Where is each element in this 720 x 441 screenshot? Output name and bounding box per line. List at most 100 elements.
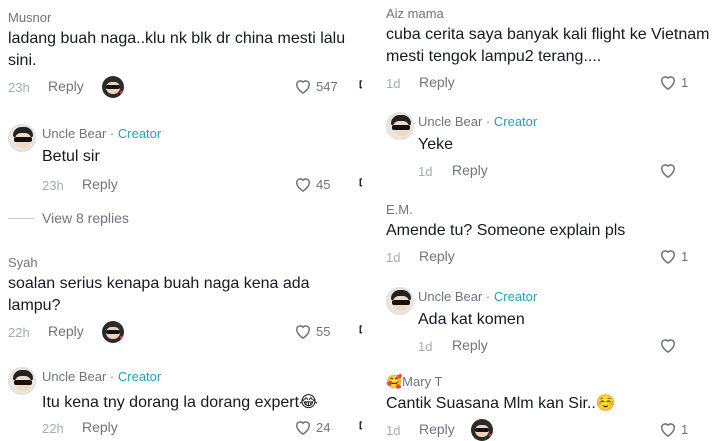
heart-outline-icon: [660, 76, 676, 90]
reply-actions: 22h Reply 24: [0, 417, 362, 441]
like-count: 547: [316, 78, 338, 94]
comment-username[interactable]: Syah: [0, 255, 362, 270]
like-count: 1: [681, 248, 689, 264]
creator-liked-avatar-icon: ♥: [471, 419, 493, 441]
reply-time: 23h: [42, 178, 64, 193]
right-comment-column: Aiz mama cuba cerita saya banyak kali fl…: [364, 0, 720, 441]
heart-outline-icon: [660, 423, 676, 437]
comment-text: Cantik Suasana Mlm kan Sir..☺️: [386, 395, 616, 412]
reply-button[interactable]: Reply: [419, 248, 455, 264]
heart-outline-icon: [660, 250, 676, 264]
thumbs-down-icon: [359, 325, 362, 334]
like-button[interactable]: 45: [293, 174, 330, 194]
reply-username[interactable]: Uncle Bear · Creator: [42, 126, 161, 141]
dislike-button[interactable]: [358, 321, 362, 343]
avatar[interactable]: [386, 112, 414, 140]
like-count: 45: [316, 176, 331, 192]
comment-time: 1d: [386, 76, 401, 91]
comment-time: 1d: [386, 423, 401, 438]
reply-button[interactable]: Reply: [419, 421, 455, 437]
like-button[interactable]: [658, 335, 678, 355]
comment-time: 23h: [8, 80, 30, 95]
heart-outline-icon: [295, 325, 311, 339]
like-button[interactable]: 1: [658, 72, 688, 92]
username[interactable]: Uncle Bear: [42, 126, 106, 141]
username[interactable]: Uncle Bear: [42, 369, 106, 384]
separator: ·: [482, 289, 494, 304]
view-replies-button[interactable]: View 8 replies: [8, 210, 129, 226]
comment-actions: 1d Reply ♥ 1: [364, 419, 720, 441]
like-count: 1: [681, 421, 689, 437]
reply-time: 1d: [418, 164, 433, 179]
like-button[interactable]: 1: [658, 246, 688, 266]
comment-mary-t: 🥰Mary T Cantik Suasana Mlm kan Sir..☺️ 1…: [364, 374, 720, 441]
like-button[interactable]: 24: [293, 417, 330, 437]
creator-liked-avatar-icon: ♥: [102, 321, 124, 343]
like-button[interactable]: 547: [293, 76, 338, 96]
like-button[interactable]: 1: [658, 419, 688, 439]
comment-username[interactable]: Musnor: [0, 10, 362, 25]
view-replies-label[interactable]: View 8 replies: [42, 210, 129, 226]
thumbs-down-icon: [359, 421, 362, 430]
dislike-button[interactable]: [358, 174, 362, 196]
comment-actions: 22h Reply ♥ 55: [0, 321, 362, 345]
reply-username[interactable]: Uncle Bear · Creator: [418, 114, 537, 129]
reply-text: Yeke: [418, 136, 453, 153]
reply-time: 22h: [42, 421, 64, 436]
reply-button[interactable]: Reply: [82, 176, 118, 192]
separator: ·: [106, 369, 118, 384]
reply-text: Betul sir: [42, 148, 100, 165]
like-count: 24: [316, 419, 331, 435]
dislike-button[interactable]: [358, 76, 362, 98]
reply-uncle-bear: Uncle Bear · Creator Betul sir 23h Reply…: [0, 124, 362, 194]
reply-button[interactable]: Reply: [48, 78, 84, 94]
comment-text: soalan serius kenapa buah naga kena ada …: [8, 275, 310, 314]
heart-outline-icon: [295, 178, 311, 192]
comment-username[interactable]: Aiz mama: [364, 6, 720, 21]
heart-outline-icon: [295, 421, 311, 435]
comment-time: 1d: [386, 250, 401, 265]
creator-badge: Creator: [117, 126, 162, 141]
reply-button[interactable]: Reply: [452, 337, 488, 353]
avatar[interactable]: [8, 124, 36, 152]
like-count: 1: [681, 74, 689, 90]
reply-username[interactable]: Uncle Bear · Creator: [418, 289, 537, 304]
thumbs-down-icon: [359, 80, 362, 89]
avatar[interactable]: [386, 287, 414, 315]
reply-text: Ada kat komen: [418, 311, 525, 328]
reply-username[interactable]: Uncle Bear · Creator: [42, 369, 161, 384]
separator: ·: [482, 114, 494, 129]
dislike-button[interactable]: [358, 417, 362, 439]
comment-text: cuba cerita saya banyak kali flight ke V…: [386, 26, 710, 65]
like-count: 55: [316, 323, 331, 339]
creator-badge: Creator: [493, 114, 538, 129]
reply-uncle-bear: Uncle Bear · Creator Ada kat komen 1d Re…: [364, 287, 720, 354]
reply-button[interactable]: Reply: [419, 74, 455, 90]
comment-username[interactable]: E.M.: [364, 202, 720, 217]
thumbs-down-icon: [359, 178, 362, 187]
comment-text: ladang buah naga..klu nk blk dr china me…: [8, 30, 346, 69]
creator-liked-avatar-icon: ♥: [102, 76, 124, 98]
reply-button[interactable]: Reply: [82, 419, 118, 435]
heart-outline-icon: [295, 80, 311, 94]
reply-button[interactable]: Reply: [452, 162, 488, 178]
comment-time: 22h: [8, 325, 30, 340]
creator-badge: Creator: [117, 369, 162, 384]
reply-actions: 1d Reply: [364, 335, 720, 359]
reply-time: 1d: [418, 339, 433, 354]
avatar[interactable]: [8, 367, 36, 395]
left-comment-column: Musnor ladang buah naga..klu nk blk dr c…: [0, 0, 362, 441]
like-button[interactable]: 55: [293, 321, 330, 341]
comment-username[interactable]: 🥰Mary T: [364, 374, 720, 390]
separator: ·: [106, 126, 118, 141]
comment-actions: 1d Reply 1: [364, 246, 720, 270]
username[interactable]: Uncle Bear: [418, 114, 482, 129]
comment-text: Amende tu? Someone explain pls: [386, 222, 626, 239]
comment-actions: 23h Reply ♥ 547: [0, 76, 362, 100]
reply-actions: 23h Reply 45: [0, 174, 362, 198]
username[interactable]: Uncle Bear: [418, 289, 482, 304]
comment-musnor: Musnor ladang buah naga..klu nk blk dr c…: [0, 10, 362, 100]
creator-badge: Creator: [493, 289, 538, 304]
like-button[interactable]: [658, 160, 678, 180]
reply-button[interactable]: Reply: [48, 323, 84, 339]
